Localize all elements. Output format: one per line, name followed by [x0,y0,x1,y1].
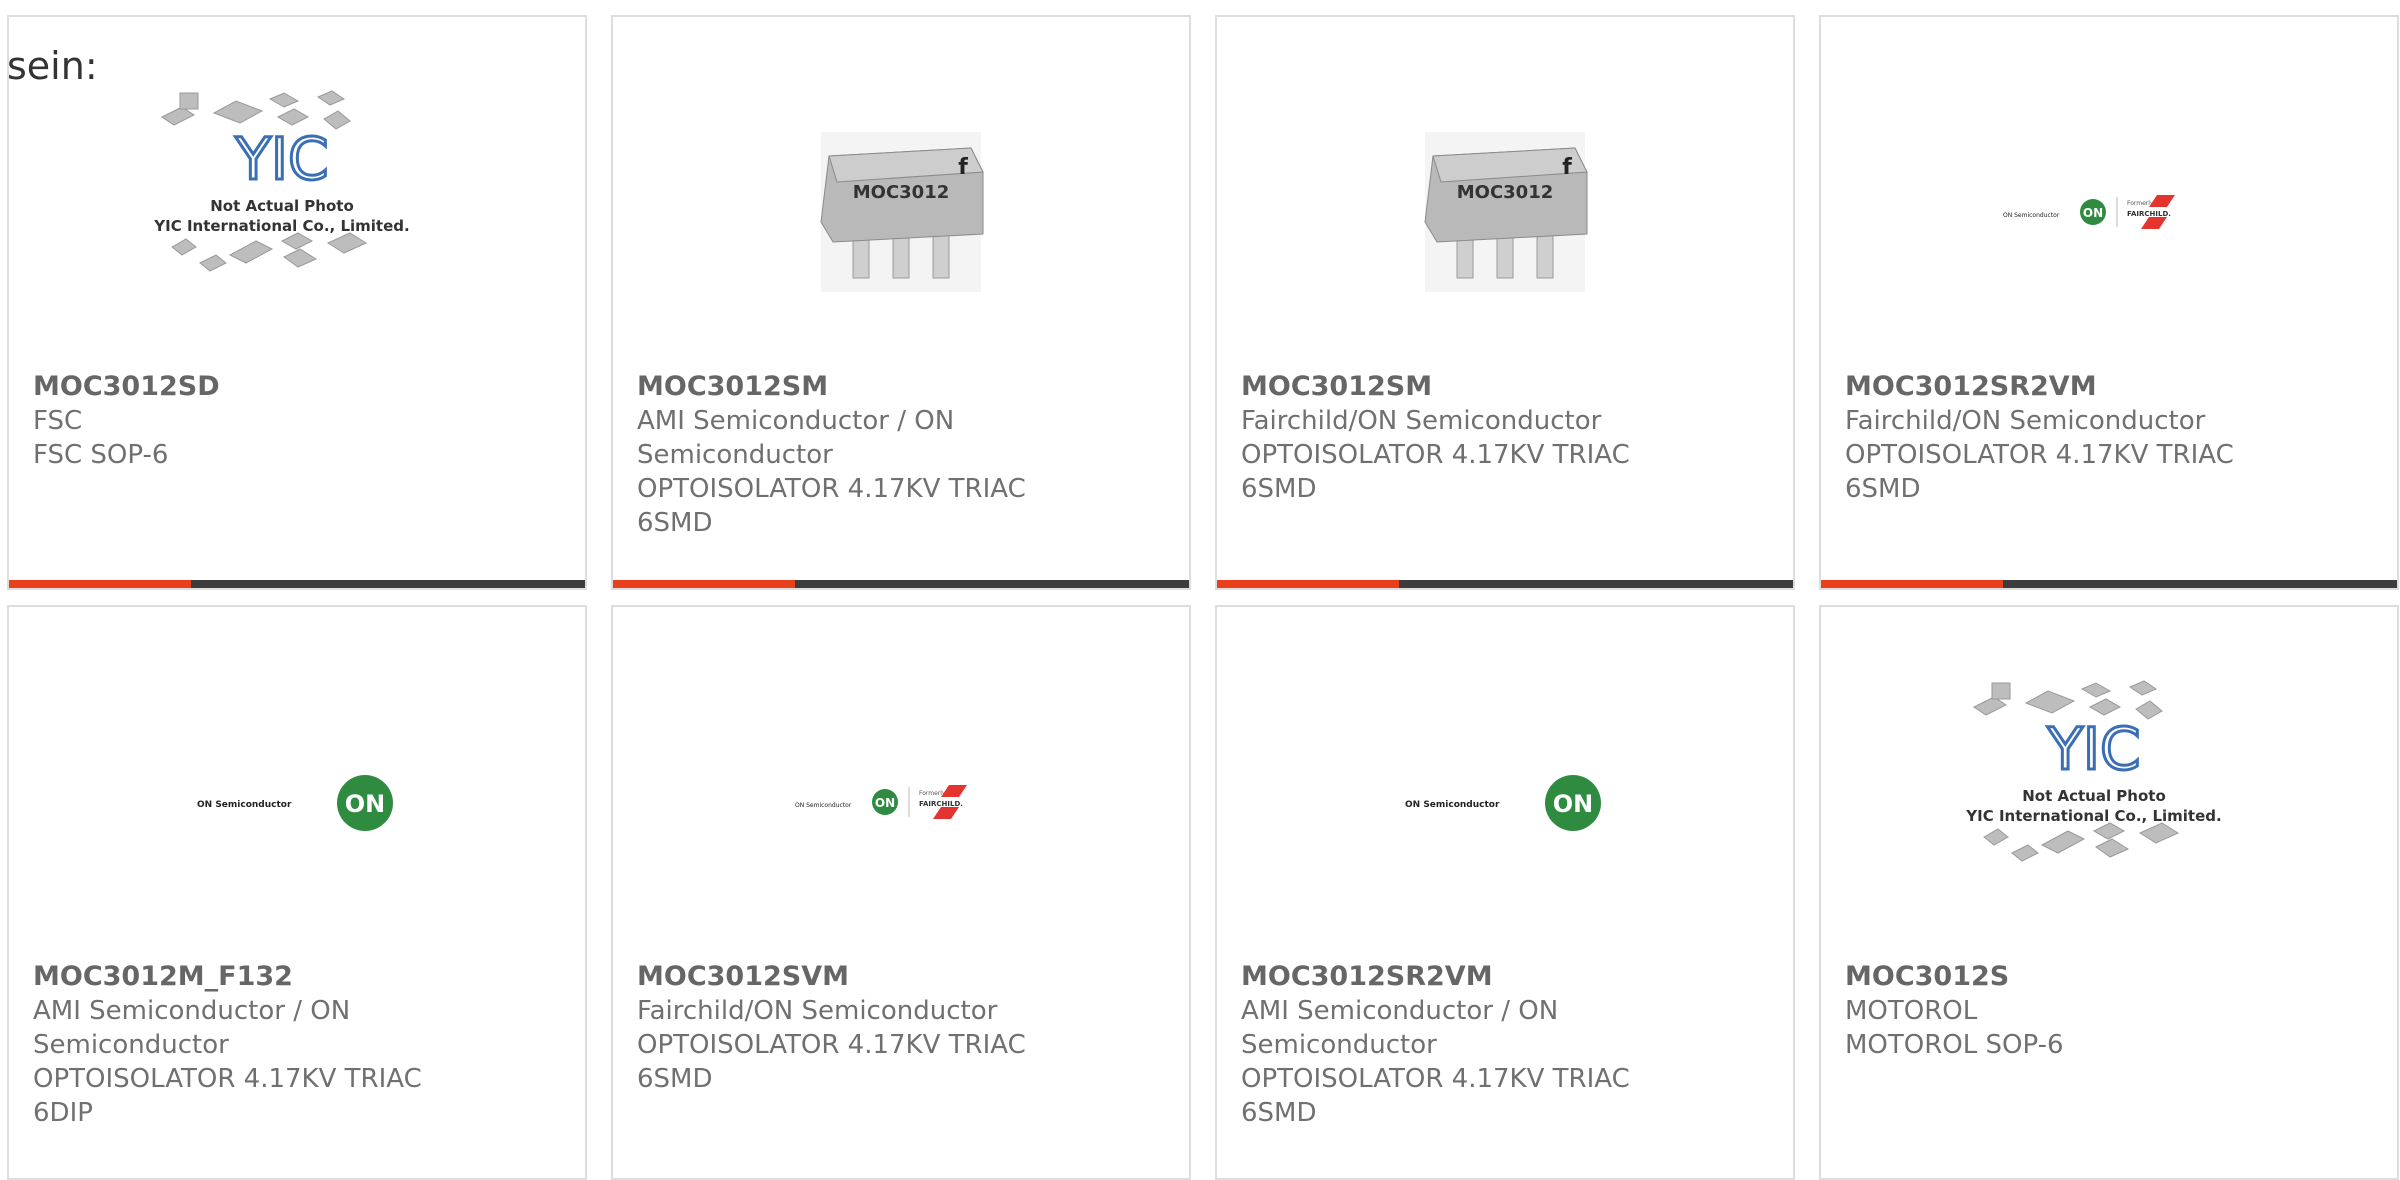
part-number-link[interactable]: MOC3012SM [637,370,1169,404]
svg-text:FAIRCHILD.: FAIRCHILD. [919,800,963,808]
description-text: OPTOISOLATOR 4.17KV TRIAC 6DIP [33,1064,422,1128]
manufacturer-text: Fairchild/ON Semiconductor [1845,406,2206,436]
svg-text:ON Semiconductor: ON Semiconductor [197,800,292,810]
svg-text:ON Semiconductor: ON Semiconductor [795,802,852,809]
manufacturer-text: FSC [33,406,83,436]
part-number-link[interactable]: MOC3012SM [1241,370,1773,404]
product-image[interactable]: YIC Not Actual Photo YIC International C… [9,57,585,367]
svg-text:ON Semiconductor: ON Semiconductor [2003,212,2060,219]
manufacturer-text: AMI Semiconductor / ON Semiconductor [1241,996,1559,1060]
product-info: MOC3012SR2VM AMI Semiconductor / ON Semic… [1241,960,1773,1130]
svg-text:MOC3012: MOC3012 [1457,182,1554,203]
svg-text:ON: ON [2083,206,2103,220]
part-number-link[interactable]: MOC3012SD [33,370,565,404]
part-number-link[interactable]: MOC3012S [1845,960,2377,994]
description-text: OPTOISOLATOR 4.17KV TRIAC 6SMD [1241,440,1630,504]
description-text: OPTOISOLATOR 4.17KV TRIAC 6SMD [1241,1064,1630,1128]
on-semiconductor-logo: ON Semiconductor ON [197,775,393,831]
product-image[interactable]: ON Semiconductor ON Formerly FAIRCHILD. [1821,57,2397,367]
svg-text:FAIRCHILD.: FAIRCHILD. [2127,210,2171,218]
product-image[interactable]: MOC3012 f [1217,57,1793,367]
svg-text:YIC International Co., Limited: YIC International Co., Limited. [153,217,409,235]
manufacturer-text: Fairchild/ON Semiconductor [1241,406,1602,436]
on-semiconductor-logo: ON Semiconductor ON [1405,775,1601,831]
manufacturer-text: MOTOROL [1845,996,1978,1026]
on-fairchild-logo: ON Semiconductor ON Formerly FAIRCHILD. [2003,195,2175,229]
card-accent-bar [1217,580,1793,588]
part-number-link[interactable]: MOC3012SR2VM [1845,370,2377,404]
manufacturer-text: Fairchild/ON Semiconductor [637,996,998,1026]
svg-text:ON Semiconductor: ON Semiconductor [1405,800,1500,810]
yic-logo: YIC [234,125,328,193]
part-number-link[interactable]: MOC3012M_F132 [33,960,565,994]
product-info: MOC3012SVM Fairchild/ON Semiconductor OPTO… [637,960,1169,1096]
svg-text:f: f [958,155,968,180]
product-card[interactable]: ON Semiconductor ON MOC3012M_F132 AMI Sem… [7,605,587,1180]
card-accent-bar [9,580,585,588]
product-image[interactable]: YIC Not Actual Photo YIC International C… [1821,647,2397,957]
product-info: MOC3012SM Fairchild/ON Semiconductor OPTOI… [1241,370,1773,506]
product-info: MOC3012SM AMI Semiconductor / ON Semicond… [637,370,1169,540]
description-text: FSC SOP-6 [33,440,169,470]
product-card[interactable]: MOC3012 f MOC3012SM AMI Semiconductor / O… [611,15,1191,590]
svg-text:f: f [1562,155,1572,180]
description-text: OPTOISOLATOR 4.17KV TRIAC 6SMD [1845,440,2234,504]
product-info: MOC3012SD FSC FSC SOP-6 [33,370,565,472]
card-accent-bar [1821,580,2397,588]
svg-text:YIC International Co., Limited: YIC International Co., Limited. [1965,807,2221,825]
accent-segment [1821,580,2003,588]
svg-text:ON: ON [1553,790,1594,818]
product-card[interactable]: ON Semiconductor ON MOC3012SR2VM AMI Semi… [1215,605,1795,1180]
product-info: MOC3012S MOTOROL MOTOROL SOP-6 [1845,960,2377,1062]
product-image[interactable]: ON Semiconductor ON [1217,647,1793,957]
on-fairchild-logo: ON Semiconductor ON Formerly FAIRCHILD. [795,785,967,819]
svg-text:ON: ON [345,790,386,818]
product-info: MOC3012SR2VM Fairchild/ON Semiconductor OP… [1845,370,2377,506]
part-number-link[interactable]: MOC3012SVM [637,960,1169,994]
description-text: OPTOISOLATOR 4.17KV TRIAC 6SMD [637,1030,1026,1094]
accent-segment [613,580,795,588]
product-image[interactable]: MOC3012 f [613,57,1189,367]
product-image[interactable]: ON Semiconductor ON [9,647,585,957]
product-card[interactable]: YIC Not Actual Photo YIC International C… [1819,605,2399,1180]
svg-text:Not Actual Photo: Not Actual Photo [210,197,354,215]
product-card[interactable]: YIC Not Actual Photo YIC International C… [7,15,587,590]
product-image[interactable]: ON Semiconductor ON Formerly FAIRCHILD. [613,647,1189,957]
chip-photo: MOC3012 f [820,132,984,292]
svg-text:ON: ON [875,796,895,810]
part-number-link[interactable]: MOC3012SR2VM [1241,960,1773,994]
product-info: MOC3012M_F132 AMI Semiconductor / ON Semi… [33,960,565,1130]
manufacturer-text: AMI Semiconductor / ON Semiconductor [637,406,955,470]
svg-text:Not Actual Photo: Not Actual Photo [2022,787,2166,805]
card-accent-bar [613,580,1189,588]
manufacturer-text: AMI Semiconductor / ON Semiconductor [33,996,351,1060]
product-card[interactable]: MOC3012 f MOC3012SM Fairchild/ON Semicond… [1215,15,1795,590]
product-card[interactable]: ON Semiconductor ON Formerly FAIRCHILD. … [611,605,1191,1180]
svg-text:MOC3012: MOC3012 [853,182,950,203]
accent-segment [1217,580,1399,588]
accent-segment [9,580,191,588]
yic-logo: YIC [2046,715,2140,783]
intro-text: sein: [7,44,98,88]
chip-photo: MOC3012 f [1424,132,1588,292]
placeholder-image: YIC Not Actual Photo YIC International C… [153,90,410,272]
placeholder-image: YIC Not Actual Photo YIC International C… [1965,680,2222,862]
description-text: MOTOROL SOP-6 [1845,1030,2064,1060]
product-card[interactable]: ON Semiconductor ON Formerly FAIRCHILD. … [1819,15,2399,590]
description-text: OPTOISOLATOR 4.17KV TRIAC 6SMD [637,474,1026,538]
